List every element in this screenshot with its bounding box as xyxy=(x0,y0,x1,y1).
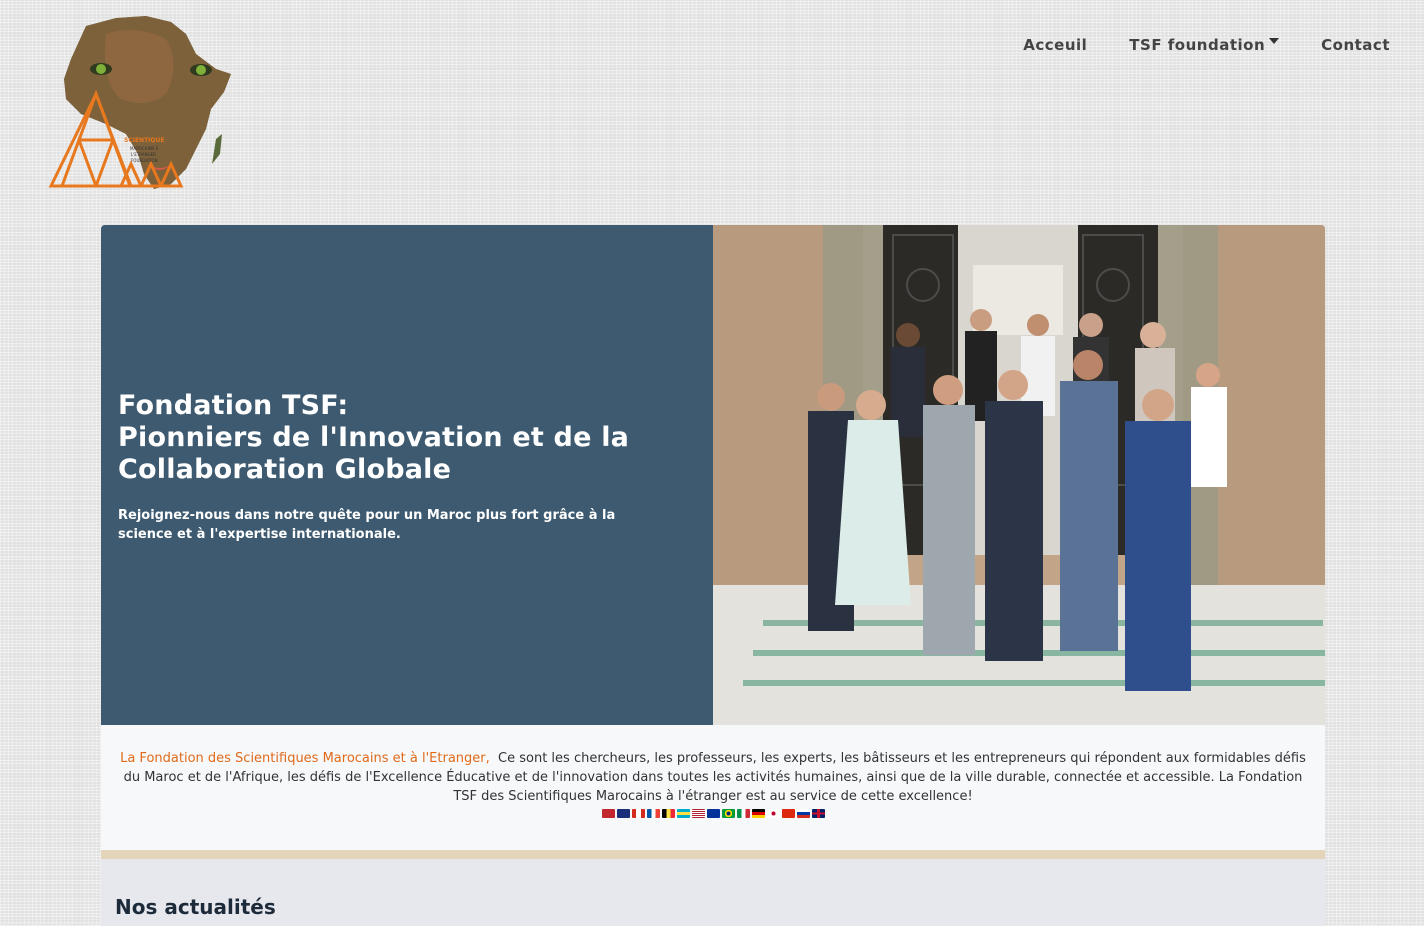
hero-subtitle: Rejoignez-nous dans notre quête pour un … xyxy=(118,508,616,542)
usa-flag-icon[interactable] xyxy=(691,809,705,818)
site-logo[interactable]: SCIENTIQUE MAROCAINS À L'ETRANGER FOUNDA… xyxy=(46,14,236,194)
belgium-flag-icon[interactable] xyxy=(661,809,675,818)
svg-text:MAROCAINS À: MAROCAINS À xyxy=(130,146,159,151)
hero-title-line3: Collaboration Globale xyxy=(118,454,452,485)
russia-flag-icon[interactable] xyxy=(796,809,810,818)
news-section: Nos actualités xyxy=(101,859,1325,926)
bahamas-flag-icon[interactable] xyxy=(676,809,690,818)
caret-down-icon xyxy=(1269,38,1280,44)
nav-acceuil[interactable]: Acceuil xyxy=(1023,36,1087,54)
intro-panel: La Fondation des Scientifiques Marocains… xyxy=(101,725,1325,850)
china-flag-icon[interactable] xyxy=(781,809,795,818)
hero-title-line1: Fondation TSF: xyxy=(118,390,349,421)
intro-lead: La Fondation des Scientifiques Marocains… xyxy=(120,751,490,766)
svg-text:SCIENTIQUE: SCIENTIQUE xyxy=(124,137,164,144)
nav-tsf-foundation[interactable]: TSF foundation xyxy=(1129,36,1280,54)
italy-flag-icon[interactable] xyxy=(736,809,750,818)
hero-section: Fondation TSF: Pionniers de l'Innovation… xyxy=(101,225,1325,725)
eu-flag-icon[interactable] xyxy=(706,809,720,818)
hero-title: Fondation TSF: Pionniers de l'Innovation… xyxy=(118,390,653,486)
uk-flag-icon[interactable] xyxy=(811,809,825,818)
section-divider xyxy=(101,850,1325,859)
svg-text:L'ETRANGER: L'ETRANGER xyxy=(131,152,156,157)
main-nav: Acceuil TSF foundation Contact xyxy=(1023,36,1390,54)
japan-flag-icon[interactable] xyxy=(766,809,780,818)
news-title: Nos actualités xyxy=(115,895,276,919)
hero-title-line2: Pionniers de l'Innovation et de la xyxy=(118,422,630,453)
nav-tsf-foundation-label: TSF foundation xyxy=(1129,36,1266,54)
group-photo xyxy=(713,225,1325,725)
nav-contact[interactable]: Contact xyxy=(1321,36,1390,54)
svg-text:FOUNDATION: FOUNDATION xyxy=(131,158,158,163)
morocco-flag-icon[interactable] xyxy=(601,809,615,818)
hero-text-panel: Fondation TSF: Pionniers de l'Innovation… xyxy=(101,225,713,725)
australia-flag-icon[interactable] xyxy=(616,809,630,818)
brazil-flag-icon[interactable] xyxy=(721,809,735,818)
france-flag-icon[interactable] xyxy=(646,809,660,818)
germany-flag-icon[interactable] xyxy=(751,809,765,818)
intro-text: La Fondation des Scientifiques Marocains… xyxy=(117,749,1309,806)
canada-flag-icon[interactable] xyxy=(631,809,645,818)
language-flags xyxy=(117,809,1309,818)
